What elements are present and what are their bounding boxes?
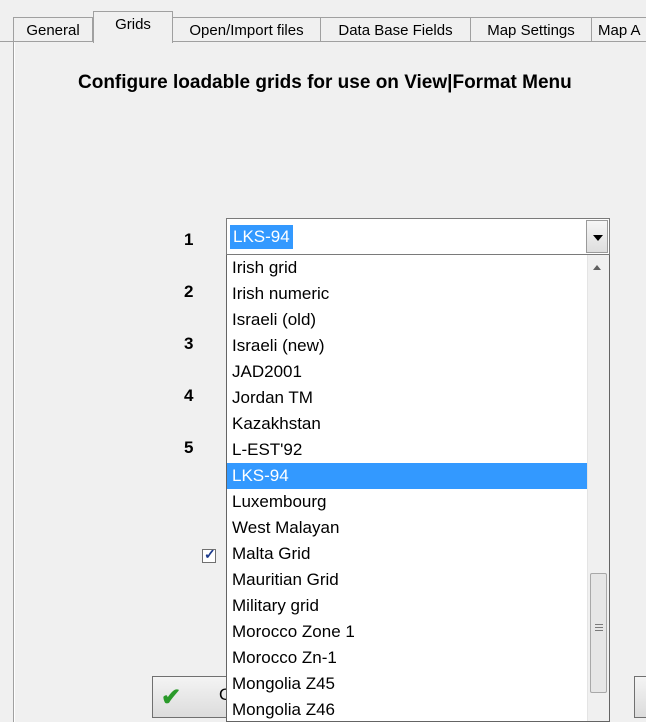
combo-selected-value: LKS-94 [230, 225, 293, 249]
list-item[interactable]: Military grid [227, 593, 588, 619]
tab-open-import-files[interactable]: Open/Import files [173, 17, 321, 42]
list-item[interactable]: Irish grid [227, 255, 588, 281]
tab-strip: General Grids Open/Import files Data Bas… [0, 0, 646, 43]
grid-combo-1[interactable]: LKS-94 [226, 218, 610, 255]
green-check-icon: ✔ [161, 684, 182, 711]
list-item[interactable]: Mongolia Z46 [227, 697, 588, 721]
list-item[interactable]: L-EST'92 [227, 437, 588, 463]
list-item[interactable]: Jordan TM [227, 385, 588, 411]
dropdown-items: Irish grid Irish numeric Israeli (old) I… [227, 255, 588, 721]
list-item[interactable]: Morocco Zone 1 [227, 619, 588, 645]
grid-row-number-4: 4 [184, 386, 194, 405]
grip-line [595, 630, 603, 631]
grid-row-number-5: 5 [184, 438, 194, 457]
scrollbar-thumb[interactable] [590, 573, 607, 693]
tab-data-base-fields[interactable]: Data Base Fields [321, 17, 471, 42]
list-item[interactable]: Israeli (old) [227, 307, 588, 333]
grid-row-number-3: 3 [184, 334, 194, 353]
grip-line [595, 624, 603, 625]
list-item[interactable]: Kazakhstan [227, 411, 588, 437]
list-item[interactable]: Israeli (new) [227, 333, 588, 359]
ok-button[interactable]: ✔ O [152, 676, 232, 718]
list-item[interactable]: JAD2001 [227, 359, 588, 385]
grid-row-number-1: 1 [184, 230, 194, 249]
page-heading: Configure loadable grids for use on View… [78, 72, 572, 93]
checkmark-icon: ✓ [204, 546, 216, 562]
grid-dropdown-list[interactable]: Irish grid Irish numeric Israeli (old) I… [226, 255, 610, 722]
tab-general[interactable]: General [13, 17, 93, 42]
list-item[interactable]: Malta Grid [227, 541, 588, 567]
list-item-selected[interactable]: LKS-94 [227, 463, 588, 489]
list-item[interactable]: Mongolia Z45 [227, 671, 588, 697]
option-checkbox[interactable]: ✓ [202, 546, 216, 563]
list-item[interactable]: Morocco Zn-1 [227, 645, 588, 671]
grid-row-number-2: 2 [184, 282, 194, 301]
scroll-up-arrow-icon[interactable] [593, 265, 601, 270]
list-item[interactable]: Luxembourg [227, 489, 588, 515]
combo-dropdown-button[interactable] [586, 220, 608, 253]
grip-line [595, 627, 603, 628]
tab-map-settings[interactable]: Map Settings [471, 17, 592, 42]
list-item[interactable]: Mauritian Grid [227, 567, 588, 593]
list-item[interactable]: Irish numeric [227, 281, 588, 307]
tab-grids[interactable]: Grids [93, 11, 173, 43]
chevron-down-icon [593, 235, 603, 241]
tab-map-a[interactable]: Map A [592, 17, 646, 42]
dropdown-scrollbar[interactable] [587, 255, 609, 721]
page-border-highlight [14, 42, 15, 722]
right-button[interactable] [634, 676, 646, 718]
list-item[interactable]: West Malayan [227, 515, 588, 541]
